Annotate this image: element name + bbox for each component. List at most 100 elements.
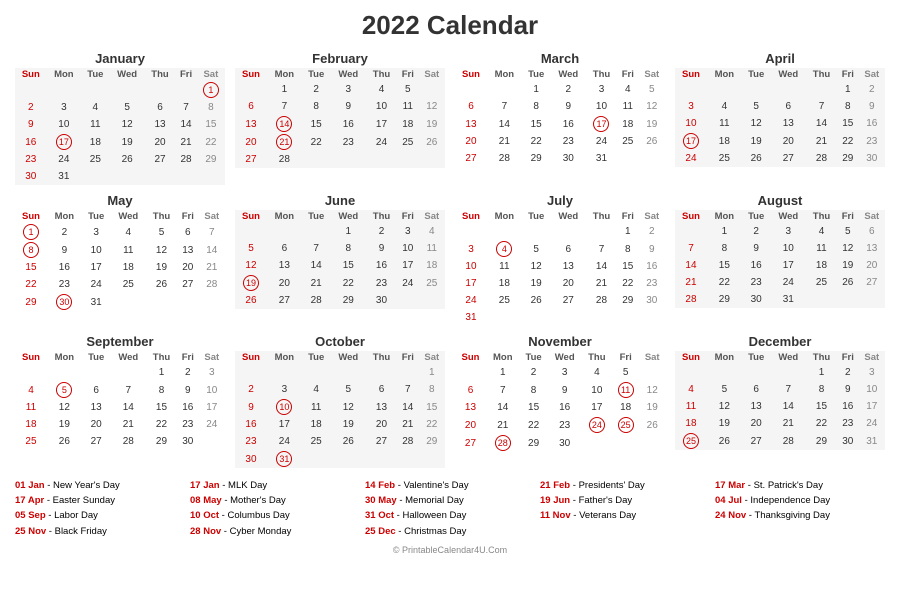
calendar-day: 18 — [111, 259, 146, 276]
calendar-day: 15 — [331, 257, 366, 274]
month-title: December — [675, 334, 885, 349]
calendar-day: 22 — [522, 133, 551, 150]
calendar-day: 29 — [520, 434, 548, 452]
calendar-day: 25 — [397, 133, 419, 151]
calendar-day: 14 — [806, 115, 837, 132]
calendar-day: 23 — [639, 275, 665, 292]
calendar-day: 9 — [15, 116, 47, 133]
calendar-day — [366, 364, 397, 381]
calendar-day: 28 — [487, 150, 522, 167]
calendar-day: 11 — [487, 258, 522, 275]
calendar-day: 21 — [397, 416, 419, 433]
calendar-day: 6 — [742, 381, 771, 398]
calendar-day: 10 — [267, 398, 302, 416]
calendar-day: 31 — [771, 291, 806, 308]
holiday-entry: 05 Sep - Labor Day — [15, 508, 185, 523]
calendar-day: 11 — [397, 98, 419, 115]
calendar-day: 26 — [331, 433, 366, 450]
calendar-day: 12 — [419, 98, 445, 115]
calendar-day: 4 — [617, 81, 639, 98]
calendar-day: 21 — [486, 416, 520, 434]
calendar-day: 19 — [110, 133, 145, 151]
calendar-day: 10 — [582, 381, 612, 399]
calendar-day: 3 — [397, 223, 419, 240]
calendar-day — [551, 309, 586, 326]
calendar-day — [742, 364, 771, 381]
calendar-day: 14 — [397, 398, 419, 416]
calendar-day: 9 — [859, 98, 885, 115]
calendar-day: 9 — [837, 381, 859, 398]
calendar-day: 12 — [522, 258, 551, 275]
calendar-day: 2 — [520, 364, 548, 381]
calendar-day: 31 — [455, 309, 487, 326]
calendar-day: 3 — [47, 99, 81, 116]
calendar-day: 28 — [771, 432, 806, 450]
calendar-day: 17 — [675, 132, 707, 150]
calendar-day — [235, 81, 267, 98]
calendar-day: 26 — [707, 432, 742, 450]
calendar-day — [806, 291, 837, 308]
month-may: MaySunMonTueWedThuFriSat1234567891011121… — [15, 193, 225, 326]
calendar-day — [235, 223, 267, 240]
calendar-day: 4 — [582, 364, 612, 381]
calendar-day: 12 — [742, 115, 771, 132]
calendar-day: 24 — [586, 133, 617, 150]
month-title: August — [675, 193, 885, 208]
calendar-day: 15 — [617, 258, 639, 275]
calendar-day: 29 — [419, 433, 445, 450]
calendar-day — [331, 364, 366, 381]
calendar-day: 7 — [175, 99, 196, 116]
calendar-day: 8 — [707, 240, 742, 257]
holiday-name: Veterans Day — [579, 510, 636, 521]
calendar-day: 26 — [235, 292, 267, 309]
calendar-day: 2 — [15, 99, 47, 116]
calendar-day: 29 — [15, 293, 47, 311]
calendar-day — [397, 292, 419, 309]
month-title: January — [15, 51, 225, 66]
calendar-day: 27 — [455, 150, 487, 167]
calendar-day: 14 — [487, 115, 522, 133]
calendar-day: 15 — [15, 259, 47, 276]
calendar-day — [302, 223, 331, 240]
calendar-day: 8 — [522, 98, 551, 115]
calendar-day: 13 — [235, 115, 267, 133]
calendar-day: 28 — [175, 151, 196, 168]
holiday-date: 14 Feb — [365, 480, 395, 491]
calendar-day: 11 — [15, 399, 47, 416]
calendar-day: 4 — [111, 223, 146, 241]
calendar-day: 27 — [145, 151, 176, 168]
calendar-day: 28 — [199, 276, 225, 293]
calendar-day: 12 — [331, 398, 366, 416]
calendar-day — [110, 81, 145, 99]
calendar-day: 26 — [639, 133, 665, 150]
calendar-day: 17 — [267, 416, 302, 433]
calendar-day — [859, 291, 885, 308]
calendar-day: 15 — [419, 398, 445, 416]
calendar-day: 5 — [707, 381, 742, 398]
calendar-day: 30 — [639, 292, 665, 309]
calendar-day — [675, 223, 707, 240]
calendar-day: 25 — [806, 274, 837, 291]
calendar-day: 20 — [82, 416, 111, 433]
calendar-day: 15 — [146, 399, 177, 416]
calendar-day: 29 — [707, 291, 742, 308]
calendar-day: 10 — [675, 115, 707, 132]
calendar-day: 3 — [675, 98, 707, 115]
calendar-day — [235, 364, 267, 381]
calendar-day: 21 — [675, 274, 707, 291]
footer: © PrintableCalendar4U.Com — [15, 545, 885, 555]
calendar-day: 4 — [15, 381, 47, 399]
holiday-name: Easter Sunday — [53, 495, 115, 506]
calendar-day: 19 — [235, 274, 267, 292]
calendar-day: 30 — [551, 150, 586, 167]
calendar-day: 27 — [771, 150, 806, 167]
calendar-day: 30 — [366, 292, 397, 309]
calendar-day: 19 — [419, 115, 445, 133]
holiday-entry: 25 Dec - Christmas Day — [365, 524, 535, 539]
holiday-date: 25 Nov — [15, 526, 46, 537]
calendar-day — [675, 364, 707, 381]
calendar-day: 25 — [617, 133, 639, 150]
calendar-day — [487, 223, 522, 240]
calendar-day: 18 — [675, 415, 707, 432]
calendar-day: 6 — [455, 381, 486, 399]
